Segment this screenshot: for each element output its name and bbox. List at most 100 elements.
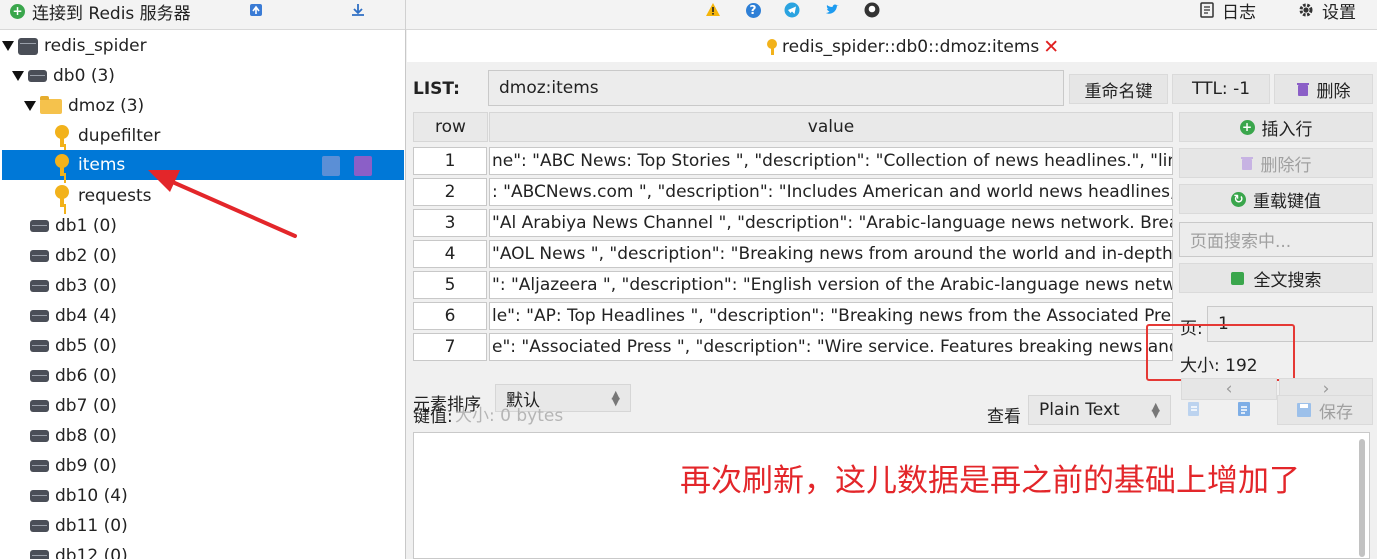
tree-folder-dmoz[interactable]: dmoz (3)	[24, 91, 144, 121]
db-name: db11	[55, 516, 99, 536]
trash-icon[interactable]	[354, 156, 372, 176]
row-number: 5	[413, 271, 487, 299]
table-row[interactable]: 1 ne": "ABC News: Top Stories ", "descrip…	[413, 147, 1173, 178]
copy-key-icon[interactable]	[322, 156, 340, 176]
column-header-value[interactable]: value	[489, 112, 1173, 142]
close-icon[interactable]: ✕	[1043, 36, 1059, 58]
table-row[interactable]: 7 e": "Associated Press ", "description":…	[413, 333, 1173, 364]
tree-db0[interactable]: db0 (3)	[12, 61, 115, 91]
save-value-button[interactable]: 保存	[1277, 395, 1373, 425]
database-icon	[30, 310, 49, 322]
prev-page-button[interactable]: ‹	[1181, 378, 1277, 400]
table-row[interactable]: 2: "ABCNews.com ", "description": "Inclu…	[413, 178, 1173, 209]
delete-key-button[interactable]: 删除	[1274, 74, 1373, 104]
fulltext-label: 全文搜索	[1253, 270, 1322, 291]
database-icon	[30, 250, 49, 262]
reload-value-button[interactable]: ↻ 重载键值	[1179, 184, 1373, 214]
fulltext-search-button[interactable]: 全文搜索	[1179, 263, 1373, 293]
reload-icon: ↻	[1231, 191, 1246, 207]
log-button[interactable]: 日志	[1200, 0, 1256, 23]
tree-db7[interactable]: db7 (0)	[30, 391, 117, 421]
tree-db2[interactable]: db2 (0)	[30, 241, 117, 271]
view-as-label: 查看	[987, 407, 1021, 427]
view-mode-select[interactable]: Plain Text ▲ ▼	[1028, 395, 1171, 425]
key-name-field[interactable]: dmoz:items	[488, 70, 1064, 106]
telegram-icon[interactable]	[783, 1, 801, 19]
settings-button[interactable]: 设置	[1298, 0, 1356, 23]
tree-db6[interactable]: db6 (0)	[30, 361, 117, 391]
table-row[interactable]: 4 "AOL News ", "description": "Breaking n…	[413, 240, 1173, 271]
warning-icon[interactable]	[704, 1, 722, 19]
row-value[interactable]: "Al Arabiya News Channel ", "description…	[489, 209, 1173, 237]
page-search-input[interactable]: 页面搜索中...	[1179, 222, 1373, 257]
table-row[interactable]: 6 le": "AP: Top Headlines ", "description…	[413, 302, 1173, 333]
insert-row-button[interactable]: + 插入行	[1179, 112, 1373, 142]
document-icon[interactable]	[1235, 400, 1253, 418]
db-count: (0)	[92, 246, 117, 266]
database-icon	[30, 400, 49, 412]
editor-scrollbar[interactable]	[1359, 439, 1365, 557]
database-icon	[30, 340, 49, 352]
annotation-text: 再次刷新，这儿数据是再之前的基础上增加了	[680, 463, 1300, 499]
ttl-button[interactable]: TTL: -1	[1172, 74, 1270, 104]
db-count: (0)	[92, 216, 117, 236]
tree-db11[interactable]: db11 (0)	[30, 511, 128, 541]
row-value[interactable]: "AOL News ", "description": "Breaking ne…	[489, 240, 1173, 268]
copy-value-icon[interactable]	[1185, 400, 1203, 418]
tree-db10[interactable]: db10 (4)	[30, 481, 128, 511]
tree-key-dupefilter[interactable]: dupefilter	[54, 121, 160, 151]
tree-db9[interactable]: db9 (0)	[30, 451, 117, 481]
twitter-icon[interactable]	[823, 1, 841, 19]
tree-key-items[interactable]: items	[2, 150, 404, 180]
db-count: (4)	[103, 486, 128, 506]
row-number: 7	[413, 333, 487, 361]
row-value[interactable]: ": "Aljazeera ", "description": "English…	[489, 271, 1173, 299]
db-name: db1	[55, 216, 88, 236]
tree-db1[interactable]: db1 (0)	[30, 211, 117, 241]
delete-label: 删除	[1316, 81, 1351, 102]
folder-count: (3)	[120, 96, 145, 116]
db-count: (0)	[92, 456, 117, 476]
row-value[interactable]: e": "Associated Press ", "description": …	[489, 333, 1173, 361]
tree-db3[interactable]: db3 (0)	[30, 271, 117, 301]
key-icon	[767, 39, 777, 55]
column-header-row[interactable]: row	[413, 112, 488, 142]
tree-db5[interactable]: db5 (0)	[30, 331, 117, 361]
row-number: 6	[413, 302, 487, 330]
value-editor[interactable]: 再次刷新，这儿数据是再之前的基础上增加了	[413, 432, 1370, 559]
tree-key-requests[interactable]: requests	[54, 181, 151, 211]
expanded-triangle-icon	[12, 71, 24, 81]
import-icon[interactable]	[247, 1, 265, 19]
row-value[interactable]: : "ABCNews.com ", "description": "Includ…	[489, 178, 1173, 206]
db-name: db4	[55, 306, 88, 326]
delete-row-button[interactable]: 删除行	[1179, 148, 1373, 178]
db-name: db6	[55, 366, 88, 386]
tab-key-items[interactable]: redis_spider::db0::dmoz:items ✕	[767, 34, 1059, 60]
db-name: db8	[55, 426, 88, 446]
ttl-value: -1	[1233, 79, 1251, 99]
database-icon	[30, 460, 49, 472]
delete-row-label: 删除行	[1260, 155, 1312, 176]
tree-db8[interactable]: db8 (0)	[30, 421, 117, 451]
row-value[interactable]: le": "AP: Top Headlines ", "description"…	[489, 302, 1173, 330]
help-icon[interactable]: ?	[744, 1, 762, 19]
tab-title: redis_spider::db0::dmoz:items	[782, 37, 1040, 57]
key-name: items	[78, 155, 126, 175]
database-icon	[28, 70, 47, 82]
db-count: (0)	[92, 336, 117, 356]
table-row[interactable]: 5 ": "Aljazeera ", "description": "Englis…	[413, 271, 1173, 302]
db-name: db10	[55, 486, 99, 506]
row-value[interactable]: ne": "ABC News: Top Stories ", "descript…	[489, 147, 1173, 175]
export-icon[interactable]	[349, 1, 367, 19]
database-icon	[30, 520, 49, 532]
expanded-triangle-icon	[24, 101, 36, 111]
tree-server-redis-spider[interactable]: redis_spider	[2, 31, 147, 61]
rename-key-button[interactable]: 重命名键	[1069, 74, 1168, 104]
view-mode-value: Plain Text	[1039, 400, 1120, 420]
tree-db4[interactable]: db4 (4)	[30, 301, 117, 331]
key-name: requests	[78, 186, 152, 206]
connect-server-button[interactable]: + 连接到 Redis 服务器	[10, 0, 191, 24]
github-icon[interactable]	[863, 1, 881, 19]
tree-db12[interactable]: db12 (0)	[30, 541, 128, 559]
table-row[interactable]: 3 "Al Arabiya News Channel ", "descriptio…	[413, 209, 1173, 240]
